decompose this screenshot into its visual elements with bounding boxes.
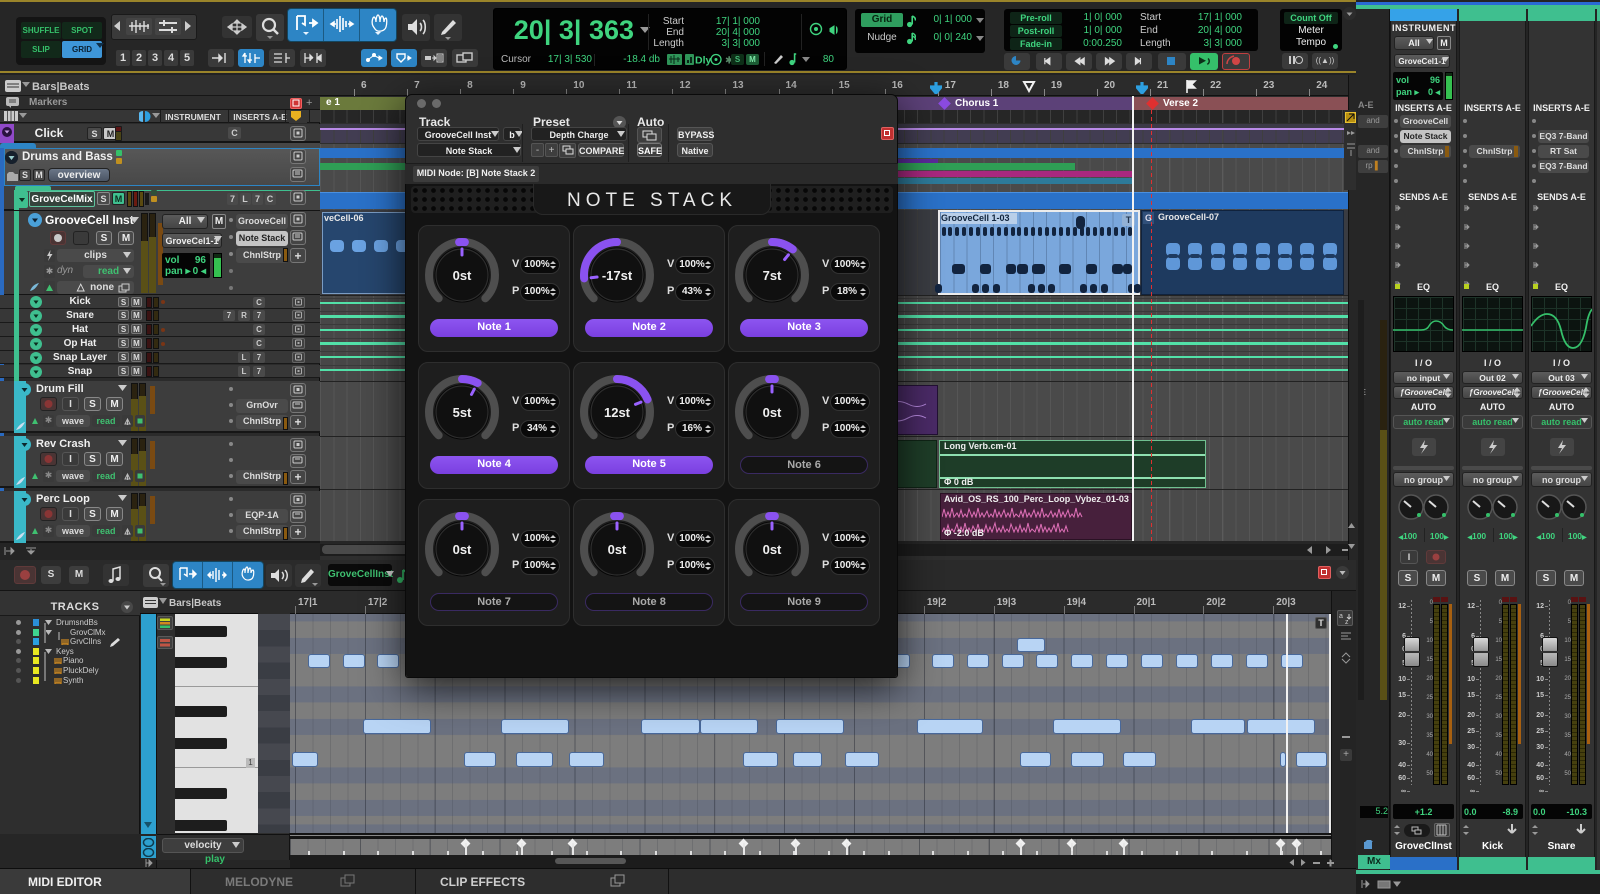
svg-text:0st: 0st: [763, 542, 782, 557]
svg-text:z: z: [1345, 619, 1349, 625]
svg-text:5st: 5st: [453, 405, 472, 420]
svg-text:0st: 0st: [763, 405, 782, 420]
svg-text:0st: 0st: [453, 542, 472, 557]
svg-text:12st: 12st: [604, 405, 631, 420]
svg-text:-17st: -17st: [602, 268, 633, 283]
svg-text:7st: 7st: [763, 268, 782, 283]
svg-text:0st: 0st: [608, 542, 627, 557]
svg-text:Dly: Dly: [695, 55, 712, 67]
svg-text:0st: 0st: [453, 268, 472, 283]
svg-text:a: a: [1339, 613, 1343, 620]
